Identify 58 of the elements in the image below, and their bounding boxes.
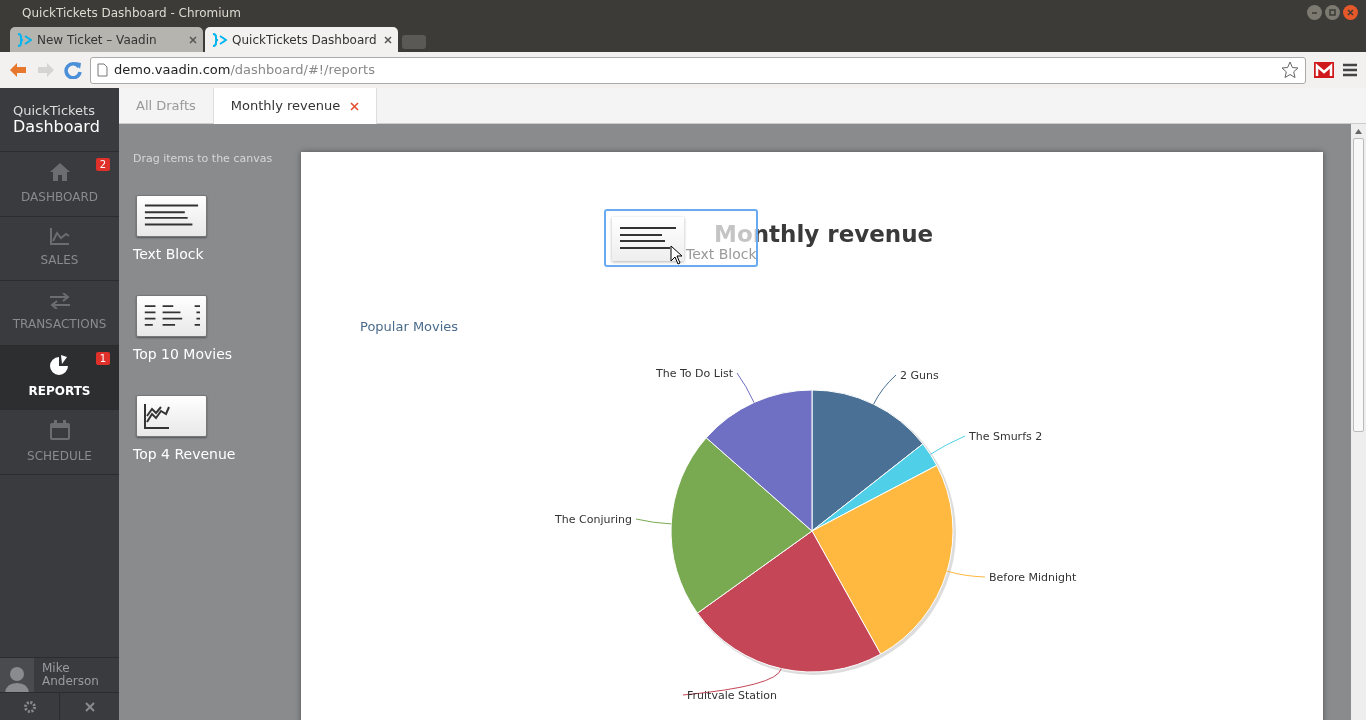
maximize-icon <box>1329 9 1336 16</box>
window-title: QuickTickets Dashboard - Chromium <box>22 4 241 22</box>
vaadin-logo-icon <box>16 32 32 47</box>
slice-label: The Smurfs 2 <box>969 430 1043 443</box>
page-icon <box>97 63 108 77</box>
slice-label: Before Midnight <box>989 571 1077 584</box>
menu-icon[interactable] <box>1342 63 1358 77</box>
close-tab-icon[interactable] <box>384 35 392 44</box>
vaadin-logo-icon <box>211 32 227 47</box>
back-icon[interactable] <box>8 62 28 78</box>
notification-badge: 2 <box>95 158 110 171</box>
leader-line <box>873 374 897 405</box>
palette-item[interactable] <box>136 194 207 237</box>
slice-label: Fruitvale Station <box>687 689 778 702</box>
leader-line <box>946 570 986 578</box>
line-chart-icon <box>143 401 171 430</box>
slice-label: The Conjuring <box>555 513 632 526</box>
close-icon <box>1347 9 1354 16</box>
close-button[interactable] <box>1343 5 1358 20</box>
minimize-icon <box>1311 9 1318 16</box>
settings-icon[interactable] <box>22 699 37 714</box>
leader-line <box>635 518 672 525</box>
chart-title: Popular Movies <box>360 318 459 336</box>
calendar-icon <box>48 418 71 441</box>
avatar <box>0 658 34 693</box>
slice-label: The To Do List <box>656 367 733 380</box>
pie-chart-icon <box>48 354 71 377</box>
palette-hint: Drag items to the canvas <box>133 151 274 167</box>
maximize-button[interactable] <box>1325 5 1340 20</box>
close-tab-icon[interactable] <box>189 35 197 44</box>
nav-item[interactable]: REPORTS 1 <box>0 345 119 410</box>
line-chart-icon <box>49 227 70 246</box>
app-title: QuickTickets <box>13 103 96 118</box>
star-icon[interactable] <box>1281 61 1299 79</box>
browser-tab[interactable]: QuickTickets Dashboard <box>205 27 398 52</box>
slice-label: 2 Guns <box>900 369 939 382</box>
palette-item-label: Top 4 Revenue <box>133 444 236 464</box>
app-subtitle: Dashboard <box>13 118 101 136</box>
report-tab[interactable]: Monthly revenue <box>213 88 378 124</box>
palette-item-label: Top 10 Movies <box>133 344 233 364</box>
scrollbar-thumb[interactable] <box>1353 138 1364 432</box>
up-arrow-icon <box>1355 128 1362 134</box>
leader-line <box>929 435 966 455</box>
address-field[interactable]: demo.vaadin.com/dashboard/#!/reports <box>90 56 1306 84</box>
palette-item[interactable] <box>136 294 207 337</box>
close-icon[interactable] <box>84 701 95 712</box>
minimize-button[interactable] <box>1307 5 1322 20</box>
mail-icon[interactable] <box>1314 62 1334 78</box>
home-icon <box>48 161 71 182</box>
leader-line <box>736 372 755 403</box>
palette-item[interactable] <box>136 394 207 437</box>
arrows-icon <box>48 292 71 309</box>
browser-tab[interactable]: New Ticket – Vaadin <box>10 27 203 52</box>
notification-badge: 1 <box>95 351 110 365</box>
close-tab-icon[interactable] <box>350 101 360 111</box>
palette-item-label: Text Block <box>133 244 204 264</box>
user-name: Mike Anderson <box>41 660 100 690</box>
reload-icon[interactable] <box>64 61 82 79</box>
